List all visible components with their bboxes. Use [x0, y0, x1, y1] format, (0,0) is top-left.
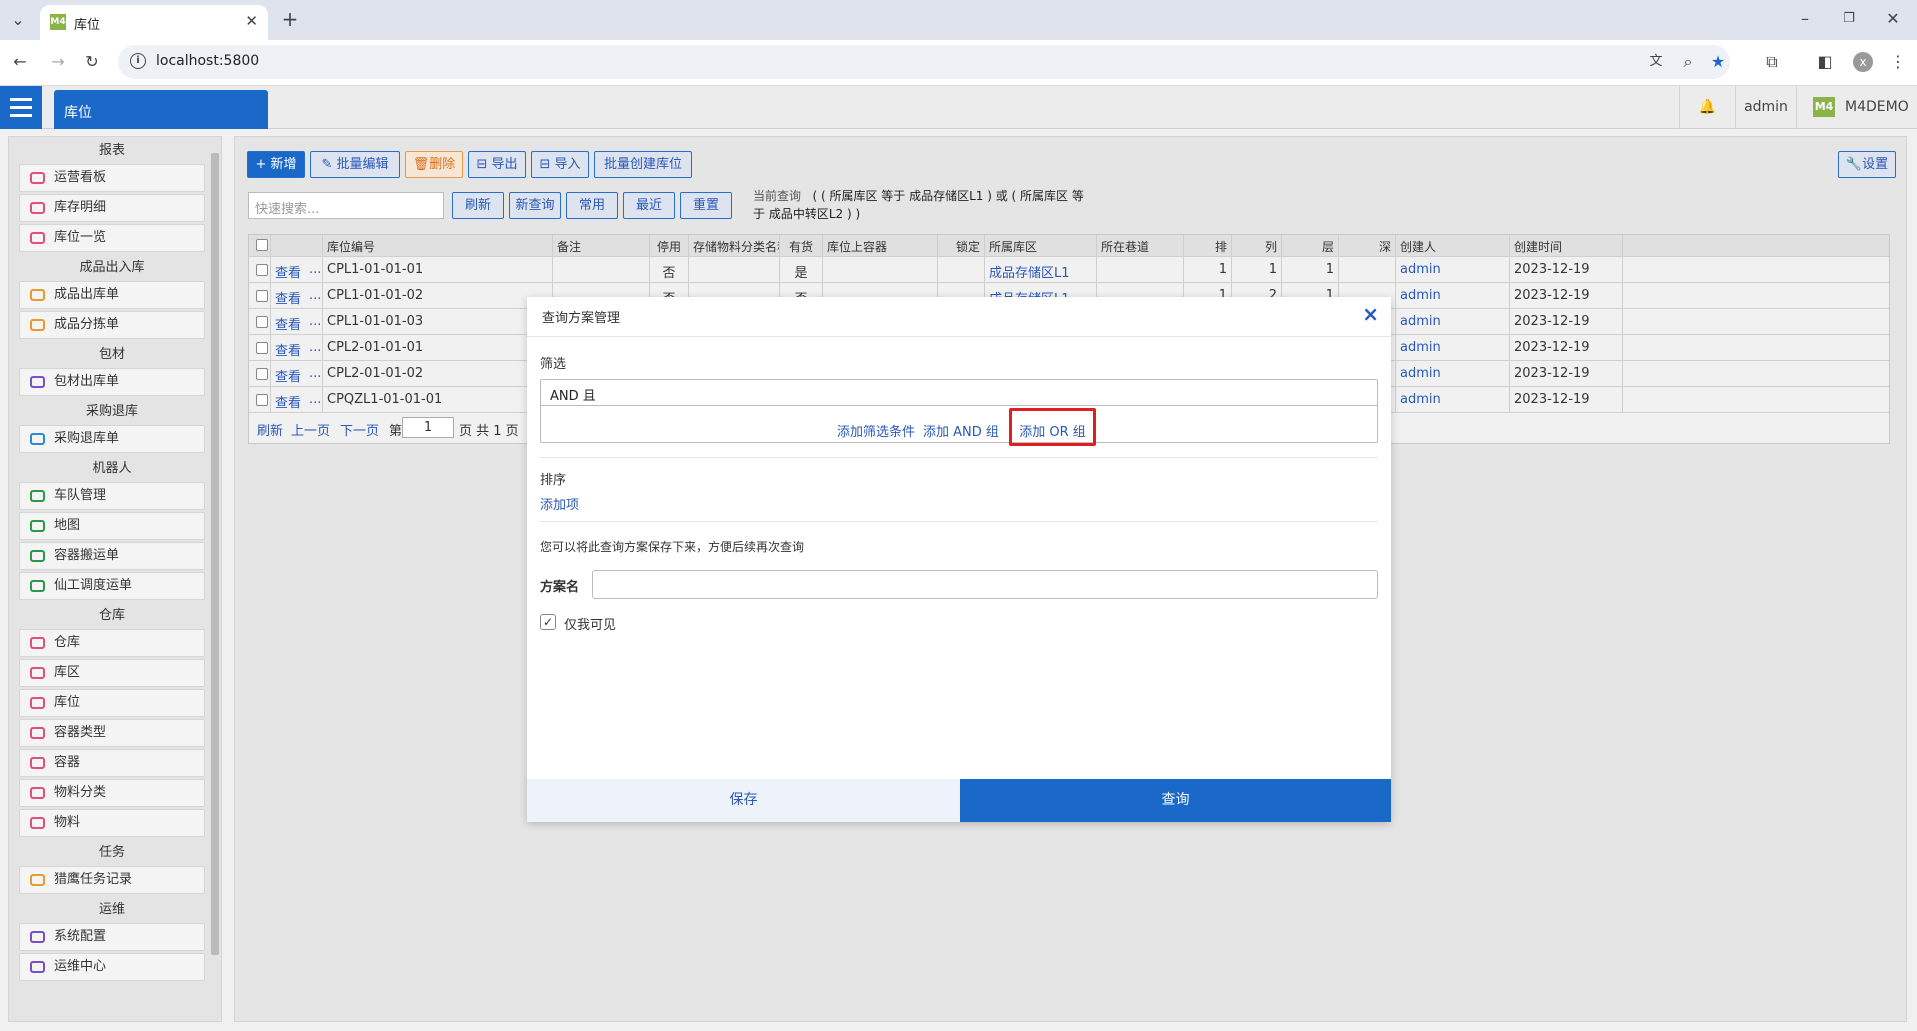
query-button[interactable]: 查询 — [960, 779, 1391, 822]
divider — [540, 457, 1378, 458]
add-and-group-link[interactable]: 添加 AND 组 — [923, 421, 999, 440]
private-label: 仅我可见 — [564, 618, 617, 633]
screen: ⌄ M4 库位 ✕ + – ❐ ✕ ← → ↻ i localhost:5800… — [0, 0, 1917, 1031]
filter-label: 筛选 — [540, 357, 567, 372]
highlight-box — [1009, 408, 1096, 446]
save-hint-text: 您可以将此查询方案保存下来，方便后续再次查询 — [540, 540, 805, 554]
add-filter-condition-link[interactable]: 添加筛选条件 — [837, 421, 915, 440]
filter-box: AND 且 添加筛选条件 添加 AND 组 添加 OR 组 — [540, 379, 1378, 446]
close-icon[interactable]: × — [1362, 302, 1379, 326]
divider — [527, 336, 1391, 337]
sort-label: 排序 — [540, 473, 567, 488]
add-sort-item-link[interactable]: 添加项 — [540, 494, 579, 513]
modal-backdrop: 查询方案管理 × 筛选 AND 且 添加筛选条件 添加 AND 组 添加 OR … — [0, 0, 1917, 1031]
plan-name-label: 方案名 — [540, 580, 580, 595]
save-button[interactable]: 保存 — [527, 779, 960, 822]
private-checkbox[interactable]: ✓ — [540, 614, 556, 630]
query-plan-dialog: 查询方案管理 × 筛选 AND 且 添加筛选条件 添加 AND 组 添加 OR … — [527, 297, 1391, 822]
plan-name-input[interactable] — [592, 570, 1378, 599]
dialog-title: 查询方案管理 — [542, 311, 621, 326]
filter-group-header[interactable]: AND 且 — [541, 380, 1377, 406]
divider — [540, 521, 1378, 522]
